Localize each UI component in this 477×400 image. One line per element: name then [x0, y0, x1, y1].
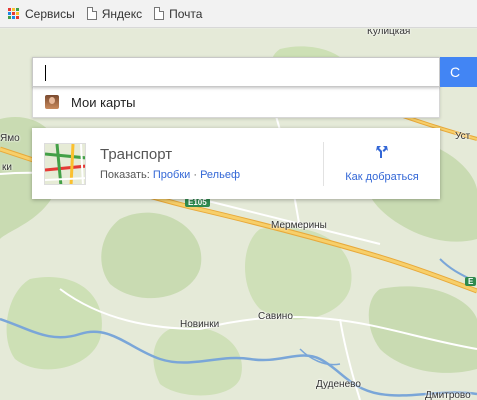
traffic-link[interactable]: Пробки [153, 169, 190, 181]
search-button[interactable]: С [440, 57, 477, 87]
my-maps-label: Мои карты [71, 94, 136, 110]
directions-label: Как добраться [345, 171, 419, 183]
bookmark-mail[interactable]: Почта [154, 7, 202, 21]
map-label-dudenevo: Дуденево [316, 379, 361, 390]
text-caret [45, 65, 46, 81]
avatar [45, 95, 59, 109]
search-panel: Мои карты [32, 57, 440, 118]
page-icon [86, 7, 97, 20]
page-icon [154, 7, 165, 20]
search-box[interactable] [32, 57, 440, 87]
road-badge-e105: E105 [185, 198, 210, 207]
link-separator: · [190, 169, 201, 181]
map-label-kulitskaya: Кулицкая [367, 29, 411, 37]
road-badge-e: E [465, 277, 477, 286]
search-input[interactable] [33, 58, 439, 86]
bookmarks-bar: Сервисы Яндекс Почта [0, 0, 477, 28]
bookmark-label: Сервисы [25, 6, 75, 21]
transport-thumbnail-icon[interactable] [44, 142, 86, 185]
bookmark-label: Яндекс [101, 6, 143, 21]
map-label-mermeriny: Мермерины [271, 220, 327, 231]
bookmark-services[interactable]: Сервисы [8, 7, 75, 21]
apps-grid-icon [8, 7, 20, 20]
map-label-savino: Савино [258, 311, 293, 322]
show-prefix: Показать: [100, 169, 150, 181]
map-label-novinki: Новинки [180, 319, 220, 330]
map-label-ki: ки [2, 162, 12, 173]
bookmark-label: Почта [169, 6, 203, 21]
transport-title[interactable]: Транспорт [100, 146, 323, 163]
map-label-dmitrovo: Дмитрово [425, 390, 471, 400]
map-label-yamo: Ямо [0, 133, 20, 144]
terrain-link[interactable]: Рельеф [200, 169, 240, 181]
directions-button[interactable]: Как добраться [324, 144, 440, 183]
map-label-ust: Уст [455, 131, 471, 142]
layer-links: Показать: Пробки · Рельеф [100, 169, 323, 181]
directions-icon [374, 144, 390, 163]
bookmark-yandex[interactable]: Яндекс [86, 6, 143, 21]
transport-card-text: Транспорт Показать: Пробки · Рельеф [100, 146, 323, 181]
my-maps-item[interactable]: Мои карты [32, 87, 440, 118]
transport-card: Транспорт Показать: Пробки · Рельеф Как … [32, 128, 440, 199]
